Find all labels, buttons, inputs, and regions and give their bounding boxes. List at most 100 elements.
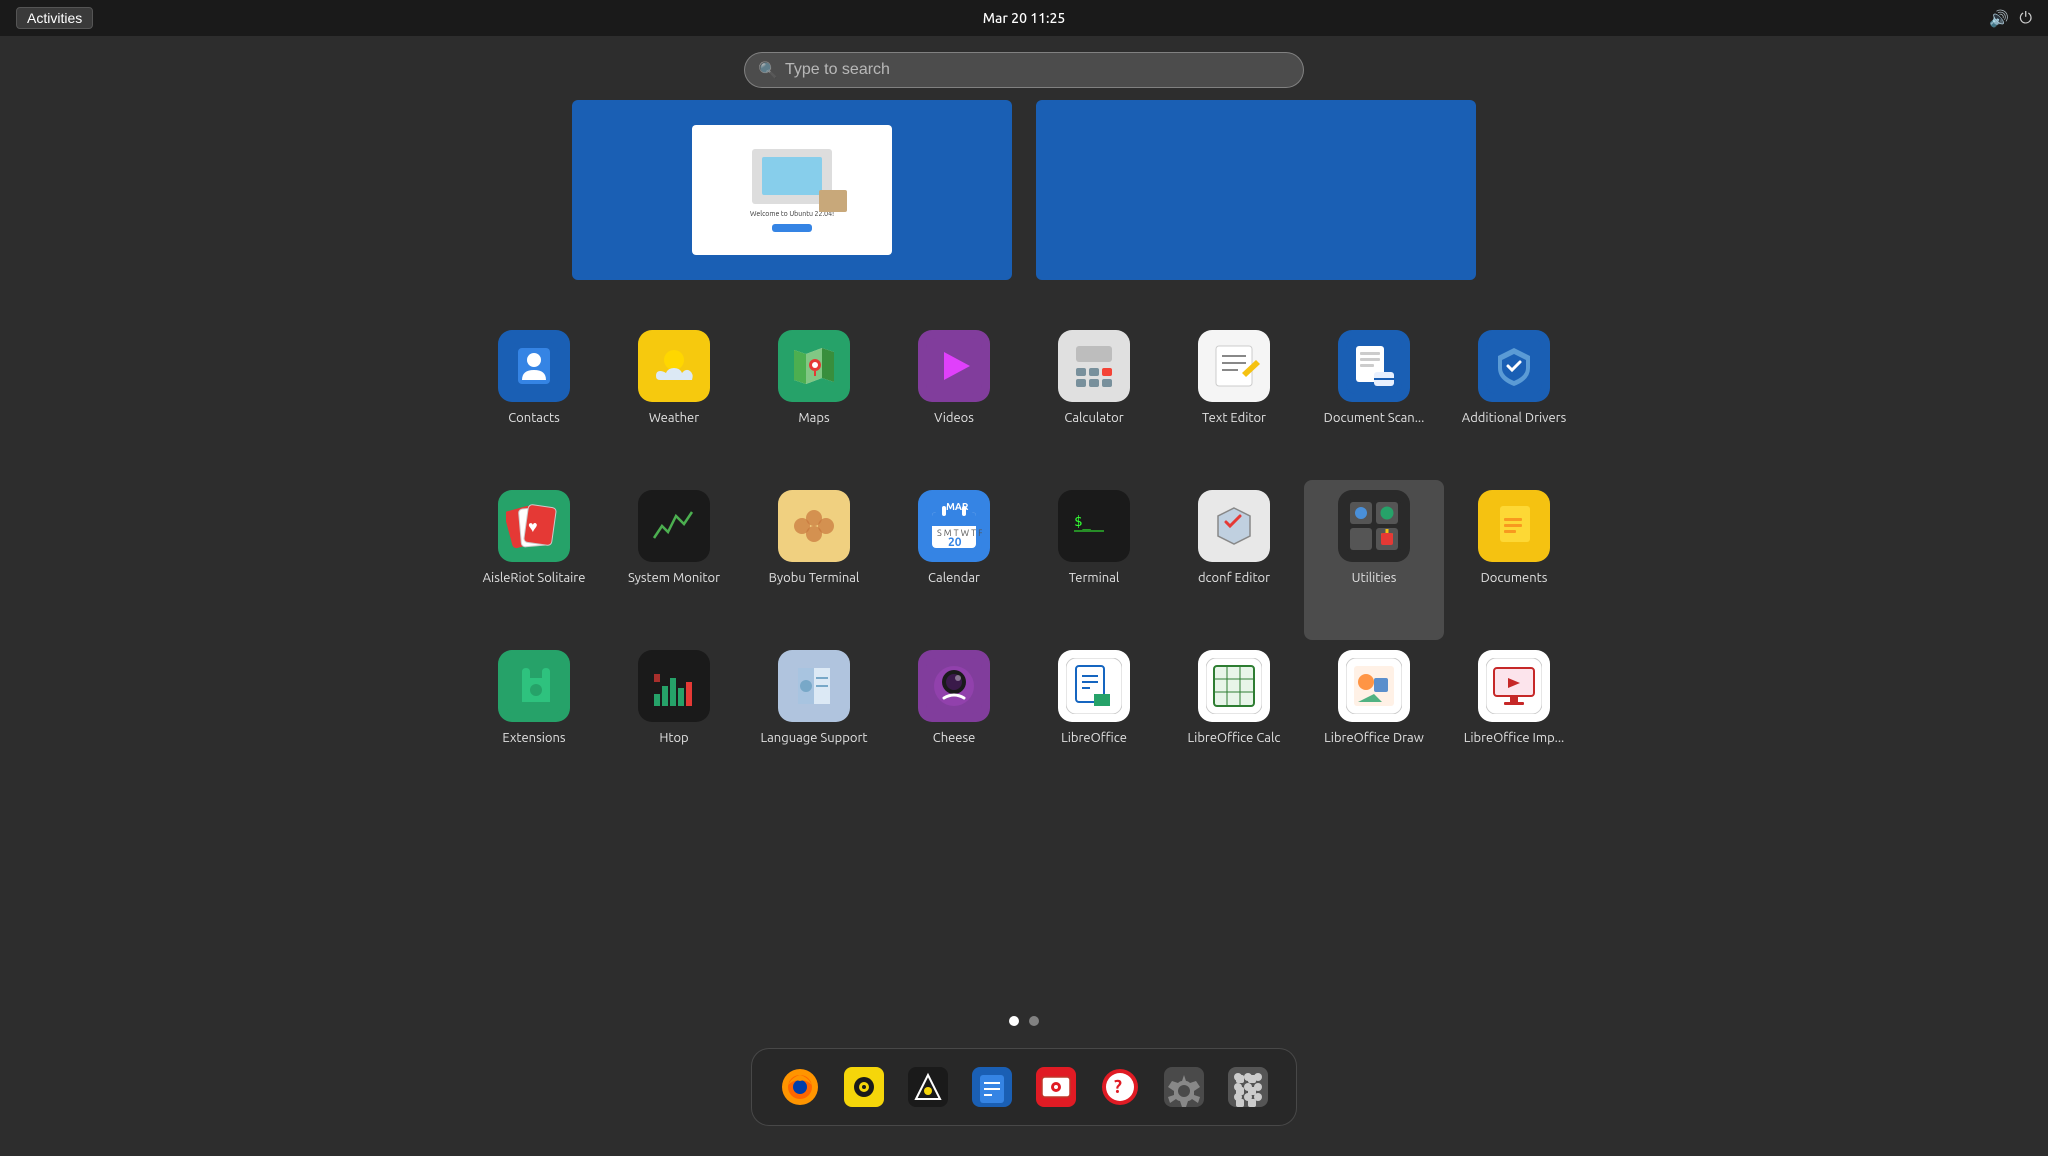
- activities-button[interactable]: Activities: [16, 7, 93, 29]
- app-icon-contacts: [498, 330, 570, 402]
- app-icon-byobu: [778, 490, 850, 562]
- dock-icon-help[interactable]: ?: [1092, 1059, 1148, 1115]
- app-grid: Contacts Weather Maps Videos Calculator Text …: [464, 320, 1584, 800]
- thumb-box: [819, 190, 847, 212]
- app-icon-documents: [1478, 490, 1550, 562]
- dock-icon-screenshot[interactable]: [1028, 1059, 1084, 1115]
- app-icon-docscanner: [1338, 330, 1410, 402]
- clock: Mar 20 11:25: [983, 10, 1066, 26]
- app-item-contacts[interactable]: Contacts: [464, 320, 604, 480]
- app-label-lodraw: LibreOffice Draw: [1324, 730, 1424, 747]
- app-label-loimpress: LibreOffice Imp...: [1464, 730, 1565, 747]
- app-label-calendar: Calendar: [928, 570, 980, 587]
- svg-text:♥: ♥: [528, 518, 538, 536]
- app-icon-maps: [778, 330, 850, 402]
- app-label-terminal: Terminal: [1069, 570, 1120, 587]
- app-label-maps: Maps: [798, 410, 829, 427]
- app-icon-cheese: [918, 650, 990, 722]
- app-item-htop[interactable]: Htop: [604, 640, 744, 800]
- app-icon-langsupport: [778, 650, 850, 722]
- app-icon-calendar: MARS M T W T F S20: [918, 490, 990, 562]
- thumb-button: [772, 224, 812, 232]
- app-item-dconf[interactable]: dconf Editor: [1164, 480, 1304, 640]
- app-item-calendar[interactable]: MARS M T W T F S20 Calendar: [884, 480, 1024, 640]
- top-bar: Activities Mar 20 11:25 🔊 ⏻: [0, 0, 2048, 36]
- app-icon-loimpress: [1478, 650, 1550, 722]
- app-icon-lodraw: [1338, 650, 1410, 722]
- app-item-langsupport[interactable]: Language Support: [744, 640, 884, 800]
- dock-icon-notes[interactable]: [964, 1059, 1020, 1115]
- app-label-documents: Documents: [1481, 570, 1548, 587]
- svg-text:?: ?: [1114, 1077, 1122, 1097]
- app-item-addldrivers[interactable]: Additional Drivers: [1444, 320, 1584, 480]
- app-label-dconf: dconf Editor: [1198, 570, 1270, 587]
- app-icon-addldrivers: [1478, 330, 1550, 402]
- app-icon-weather: [638, 330, 710, 402]
- app-icon-libreoffice: [1058, 650, 1130, 722]
- app-label-extensions: Extensions: [502, 730, 565, 747]
- app-label-cheese: Cheese: [933, 730, 976, 747]
- app-item-sysmonitor[interactable]: System Monitor: [604, 480, 744, 640]
- app-item-lodraw[interactable]: LibreOffice Draw: [1304, 640, 1444, 800]
- app-item-localc[interactable]: LibreOffice Calc: [1164, 640, 1304, 800]
- search-icon: 🔍: [758, 61, 778, 80]
- power-icon[interactable]: ⏻: [2019, 9, 2032, 28]
- app-item-libreoffice[interactable]: LibreOffice: [1024, 640, 1164, 800]
- page-dot-1[interactable]: [1009, 1016, 1019, 1026]
- dock-icon-rhythmbox[interactable]: [836, 1059, 892, 1115]
- svg-text:$_: $_: [1074, 514, 1091, 530]
- window-thumb-2[interactable]: [1036, 100, 1476, 280]
- dock: ?: [751, 1048, 1297, 1126]
- app-item-loimpress[interactable]: LibreOffice Imp...: [1444, 640, 1584, 800]
- thumb-screen: [762, 157, 822, 195]
- app-item-terminal[interactable]: $_ Terminal: [1024, 480, 1164, 640]
- app-item-videos[interactable]: Videos: [884, 320, 1024, 480]
- window-thumb-1[interactable]: Welcome to Ubuntu 22.04!: [572, 100, 1012, 280]
- svg-text:20: 20: [948, 536, 962, 549]
- windows-area: Welcome to Ubuntu 22.04!: [572, 100, 1476, 280]
- app-icon-extensions: [498, 650, 570, 722]
- app-icon-htop: [638, 650, 710, 722]
- app-label-sysmonitor: System Monitor: [628, 570, 720, 587]
- dock-icon-appgrid[interactable]: [1220, 1059, 1276, 1115]
- app-item-documents[interactable]: Documents: [1444, 480, 1584, 640]
- app-label-docscanner: Document Scan...: [1324, 410, 1425, 427]
- app-item-solitaire[interactable]: ♥ AisleRiot Solitaire: [464, 480, 604, 640]
- app-item-cheese[interactable]: Cheese: [884, 640, 1024, 800]
- app-label-libreoffice: LibreOffice: [1061, 730, 1127, 747]
- dock-icon-inkscape[interactable]: [900, 1059, 956, 1115]
- app-icon-calculator: [1058, 330, 1130, 402]
- volume-icon[interactable]: 🔊: [1989, 9, 2009, 28]
- page-dot-2[interactable]: [1029, 1016, 1039, 1026]
- app-item-texteditor[interactable]: Text Editor: [1164, 320, 1304, 480]
- page-dots: [1009, 1016, 1039, 1026]
- dock-icon-settings[interactable]: [1156, 1059, 1212, 1115]
- app-label-langsupport: Language Support: [760, 730, 867, 747]
- app-icon-localc: [1198, 650, 1270, 722]
- app-label-utilities: Utilities: [1352, 570, 1397, 587]
- app-icon-solitaire: ♥: [498, 490, 570, 562]
- app-item-calculator[interactable]: Calculator: [1024, 320, 1164, 480]
- app-item-maps[interactable]: Maps: [744, 320, 884, 480]
- dock-icon-firefox[interactable]: [772, 1059, 828, 1115]
- app-item-utilities[interactable]: Utilities: [1304, 480, 1444, 640]
- app-label-byobu: Byobu Terminal: [769, 570, 860, 587]
- app-label-videos: Videos: [934, 410, 974, 427]
- thumb-monitor: [752, 149, 832, 204]
- app-label-localc: LibreOffice Calc: [1188, 730, 1281, 747]
- app-item-byobu[interactable]: Byobu Terminal: [744, 480, 884, 640]
- app-item-weather[interactable]: Weather: [604, 320, 744, 480]
- app-label-solitaire: AisleRiot Solitaire: [483, 570, 586, 587]
- top-bar-right: 🔊 ⏻: [1989, 9, 2032, 28]
- app-item-extensions[interactable]: Extensions: [464, 640, 604, 800]
- app-item-docscanner[interactable]: Document Scan...: [1304, 320, 1444, 480]
- app-label-contacts: Contacts: [508, 410, 560, 427]
- app-label-texteditor: Text Editor: [1202, 410, 1266, 427]
- app-icon-utilities: [1338, 490, 1410, 562]
- app-label-htop: Htop: [659, 730, 688, 747]
- app-label-weather: Weather: [649, 410, 699, 427]
- app-icon-texteditor: [1198, 330, 1270, 402]
- app-icon-sysmonitor: [638, 490, 710, 562]
- search-input[interactable]: [744, 52, 1304, 88]
- app-icon-terminal: $_: [1058, 490, 1130, 562]
